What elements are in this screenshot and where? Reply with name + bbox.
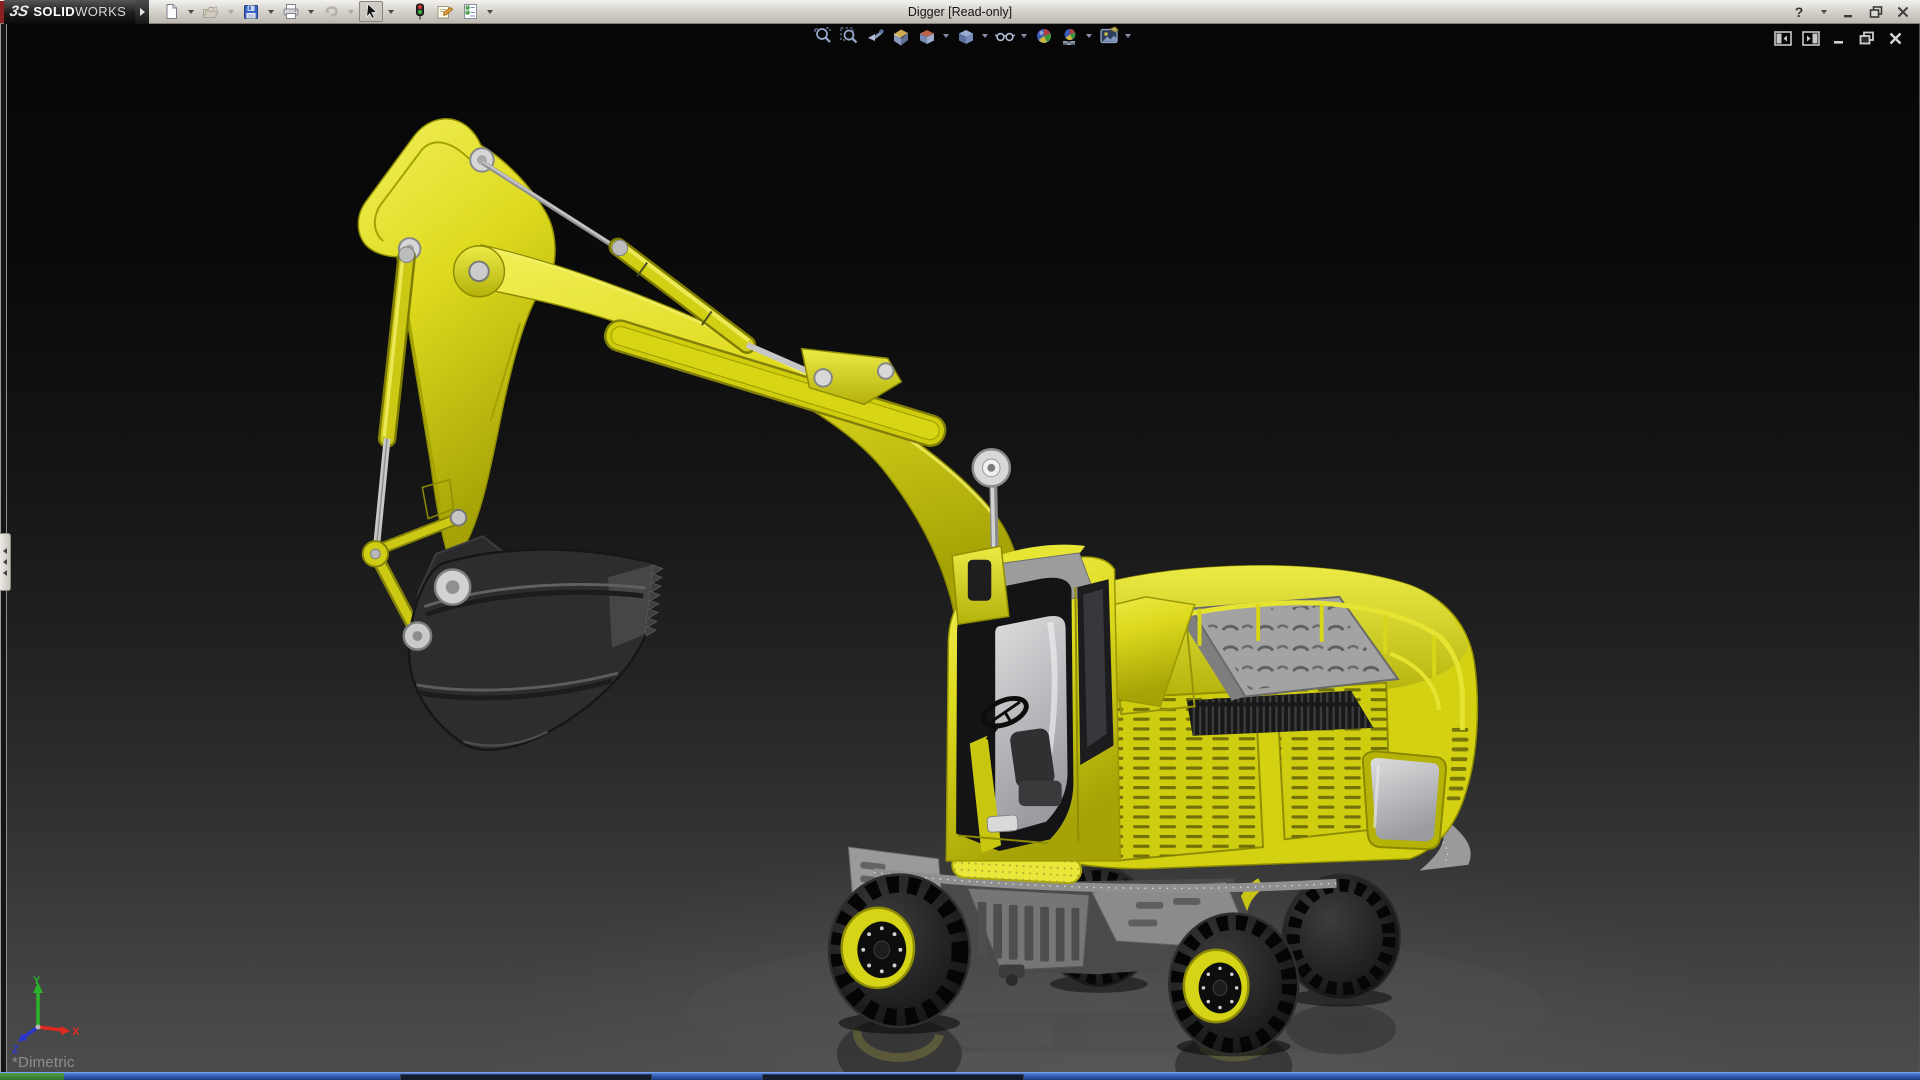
main-toolbar [159, 1, 497, 22]
collapse-arrow-icon [3, 570, 7, 576]
collapse-arrow-icon [3, 548, 7, 554]
logo-text-light: WORKS [75, 4, 127, 19]
svg-text:X: X [72, 1026, 80, 1038]
menu-expand-tab[interactable] [135, 0, 150, 24]
save-icon[interactable] [239, 1, 263, 22]
hide-show-dropdown[interactable] [1021, 34, 1027, 38]
window-controls: ? [1790, 3, 1920, 21]
close-button[interactable] [1894, 3, 1912, 21]
help-dropdown[interactable] [1821, 9, 1827, 14]
taskbar-button[interactable] [400, 1074, 652, 1080]
document-window-controls [1774, 30, 1904, 46]
doc-close-button[interactable] [1886, 30, 1904, 46]
restore-button[interactable] [1867, 3, 1885, 21]
zoom-to-area-icon[interactable] [837, 26, 860, 46]
headsup-view-toolbar [811, 26, 1133, 46]
print-icon[interactable] [279, 1, 303, 22]
solidworks-logo: 3S SOLID WORKS [4, 0, 136, 24]
logo-mark: 3S [8, 3, 31, 20]
print-dropdown[interactable] [308, 9, 315, 14]
checklist-dropdown[interactable] [487, 9, 494, 14]
bucket [402, 535, 664, 751]
previous-view-icon[interactable] [863, 26, 886, 46]
start-button[interactable] [0, 1073, 64, 1080]
undo-icon[interactable] [319, 1, 343, 22]
titlebar: 3S SOLID WORKS Digger [Read-only] ? [0, 0, 1920, 24]
expand-arrow-icon [139, 7, 145, 16]
os-taskbar[interactable] [0, 1072, 1920, 1080]
graphics-area[interactable]: Y X Z *Dimetric [0, 24, 1920, 1072]
collapse-arrow-icon [3, 559, 7, 565]
doc-restore-button[interactable] [1858, 30, 1876, 46]
select-cursor-icon[interactable] [359, 1, 384, 22]
minimize-button[interactable] [1840, 3, 1858, 21]
orientation-triad: Y X Z [12, 975, 80, 1056]
save-dropdown[interactable] [268, 9, 275, 14]
pane-right-icon[interactable] [1802, 30, 1820, 46]
digger-model [357, 118, 1547, 1072]
view-settings-icon[interactable] [1097, 26, 1120, 46]
view-orientation-label: *Dimetric [12, 1054, 75, 1071]
design-checklist-icon[interactable] [458, 1, 482, 22]
new-document-icon[interactable] [159, 1, 183, 22]
rear-window [1361, 750, 1447, 851]
help-icon[interactable]: ? [1790, 3, 1808, 21]
view-orientation-icon[interactable] [915, 26, 938, 46]
apply-scene-icon[interactable] [1058, 26, 1081, 46]
pane-left-icon[interactable] [1774, 30, 1792, 46]
undo-dropdown[interactable] [348, 9, 355, 14]
feature-panel-flyout-tab[interactable] [0, 533, 11, 591]
display-style-icon[interactable] [954, 26, 977, 46]
view-orientation-dropdown[interactable] [943, 34, 949, 38]
logo-text-bold: SOLID [33, 4, 76, 19]
display-style-dropdown[interactable] [982, 34, 988, 38]
doc-minimize-button[interactable] [1830, 30, 1848, 46]
front-right-wheel [1167, 912, 1300, 1056]
open-dropdown[interactable] [228, 9, 235, 14]
new-document-dropdown[interactable] [188, 9, 195, 14]
svg-text:Y: Y [33, 975, 41, 987]
view-settings-dropdown[interactable] [1125, 34, 1131, 38]
select-dropdown[interactable] [388, 9, 395, 14]
zoom-to-fit-icon[interactable] [811, 26, 834, 46]
taskbar-button[interactable] [762, 1074, 1024, 1080]
boom-plate [357, 118, 556, 555]
edit-markup-icon[interactable] [433, 1, 457, 22]
open-icon[interactable] [199, 1, 223, 22]
apply-scene-dropdown[interactable] [1086, 34, 1092, 38]
solidworks-window: 3S SOLID WORKS Digger [Read-only] ? Y X … [0, 0, 1920, 1080]
hide-show-items-icon[interactable] [993, 26, 1016, 46]
edit-appearance-icon[interactable] [1032, 26, 1055, 46]
front-left-wheel [827, 873, 971, 1029]
section-view-icon[interactable] [889, 26, 912, 46]
traffic-light-icon[interactable] [408, 1, 432, 22]
